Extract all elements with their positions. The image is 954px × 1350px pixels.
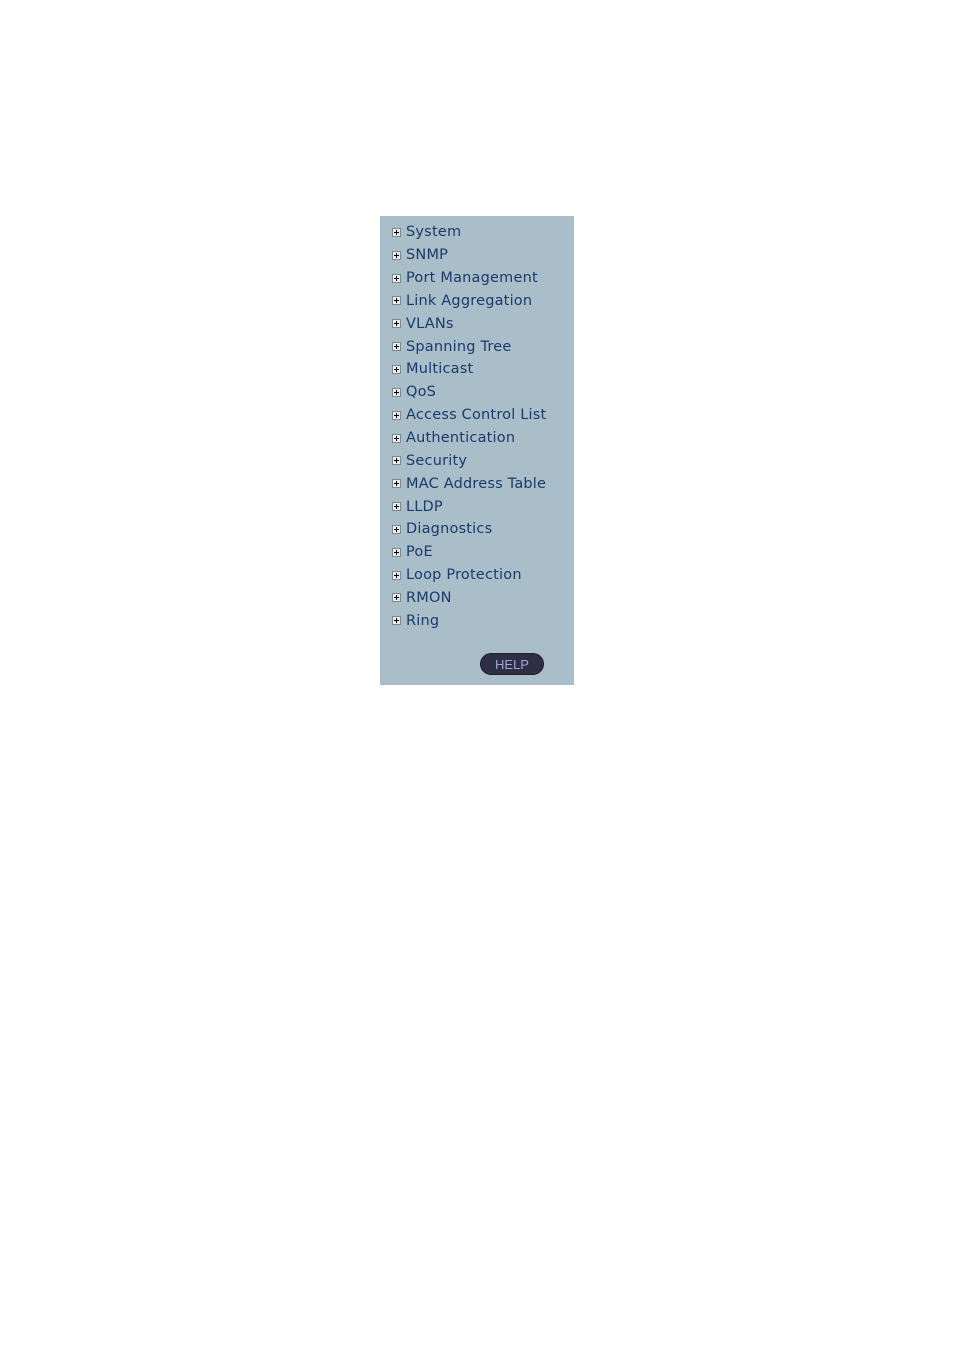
- menu-item-label: SNMP: [406, 247, 449, 264]
- menu-item-label: VLANs: [406, 315, 454, 332]
- menu-item-label: Ring: [406, 612, 440, 629]
- menu-item-snmp[interactable]: SNMP: [380, 244, 574, 267]
- menu-item-label: Security: [406, 452, 468, 469]
- menu-item-label: Link Aggregation: [406, 292, 533, 309]
- expand-plus-icon[interactable]: [392, 547, 401, 557]
- expand-plus-icon[interactable]: [392, 593, 401, 603]
- menu-item-port-management[interactable]: Port Management: [380, 267, 574, 290]
- expand-plus-icon[interactable]: [392, 296, 401, 306]
- menu-item-mac-address-table[interactable]: MAC Address Table: [380, 472, 574, 495]
- expand-plus-icon[interactable]: [392, 616, 401, 626]
- menu-item-label: QoS: [406, 384, 437, 401]
- expand-plus-icon[interactable]: [392, 273, 401, 283]
- menu-item-label: Access Control List: [406, 407, 547, 424]
- menu-item-label: RMON: [406, 589, 452, 606]
- expand-plus-icon[interactable]: [392, 479, 401, 489]
- expand-plus-icon[interactable]: [392, 227, 401, 237]
- expand-plus-icon[interactable]: [392, 319, 401, 329]
- menu-item-label: Loop Protection: [406, 567, 522, 584]
- menu-item-label: PoE: [406, 544, 433, 561]
- menu-item-label: MAC Address Table: [406, 475, 547, 492]
- menu-item-label: LLDP: [406, 498, 443, 515]
- menu-item-access-control-list[interactable]: Access Control List: [380, 404, 574, 427]
- expand-plus-icon[interactable]: [392, 524, 401, 534]
- menu-item-authentication[interactable]: Authentication: [380, 427, 574, 450]
- menu-item-diagnostics[interactable]: Diagnostics: [380, 518, 574, 541]
- menu-item-ring[interactable]: Ring: [380, 609, 574, 632]
- menu-item-label: System: [406, 224, 462, 241]
- menu-item-system[interactable]: System: [380, 221, 574, 244]
- menu-item-security[interactable]: Security: [380, 449, 574, 472]
- expand-plus-icon[interactable]: [392, 570, 401, 580]
- menu-item-label: Authentication: [406, 430, 516, 447]
- expand-plus-icon[interactable]: [392, 456, 401, 466]
- menu-item-label: Port Management: [406, 270, 538, 287]
- expand-plus-icon[interactable]: [392, 342, 401, 352]
- expand-plus-icon[interactable]: [392, 364, 401, 374]
- expand-plus-icon[interactable]: [392, 410, 401, 420]
- menu-item-label: Spanning Tree: [406, 338, 512, 355]
- menu-item-label: Diagnostics: [406, 521, 493, 538]
- menu-item-label: Multicast: [406, 361, 474, 378]
- menu-item-link-aggregation[interactable]: Link Aggregation: [380, 290, 574, 313]
- menu-item-lldp[interactable]: LLDP: [380, 495, 574, 518]
- menu-item-vlans[interactable]: VLANs: [380, 312, 574, 335]
- menu-item-loop-protection[interactable]: Loop Protection: [380, 564, 574, 587]
- expand-plus-icon[interactable]: [392, 250, 401, 260]
- menu-item-multicast[interactable]: Multicast: [380, 358, 574, 381]
- menu-item-poe[interactable]: PoE: [380, 541, 574, 564]
- navigation-menu-panel: System SNMP Port Management Link Aggregatio…: [380, 216, 574, 685]
- expand-plus-icon[interactable]: [392, 433, 401, 443]
- menu-item-rmon[interactable]: RMON: [380, 587, 574, 610]
- expand-plus-icon[interactable]: [392, 502, 401, 512]
- expand-plus-icon[interactable]: [392, 387, 401, 397]
- menu-item-qos[interactable]: QoS: [380, 381, 574, 404]
- help-button[interactable]: HELP: [480, 653, 544, 675]
- menu-item-spanning-tree[interactable]: Spanning Tree: [380, 335, 574, 358]
- menu-list: System SNMP Port Management Link Aggregatio…: [380, 221, 574, 632]
